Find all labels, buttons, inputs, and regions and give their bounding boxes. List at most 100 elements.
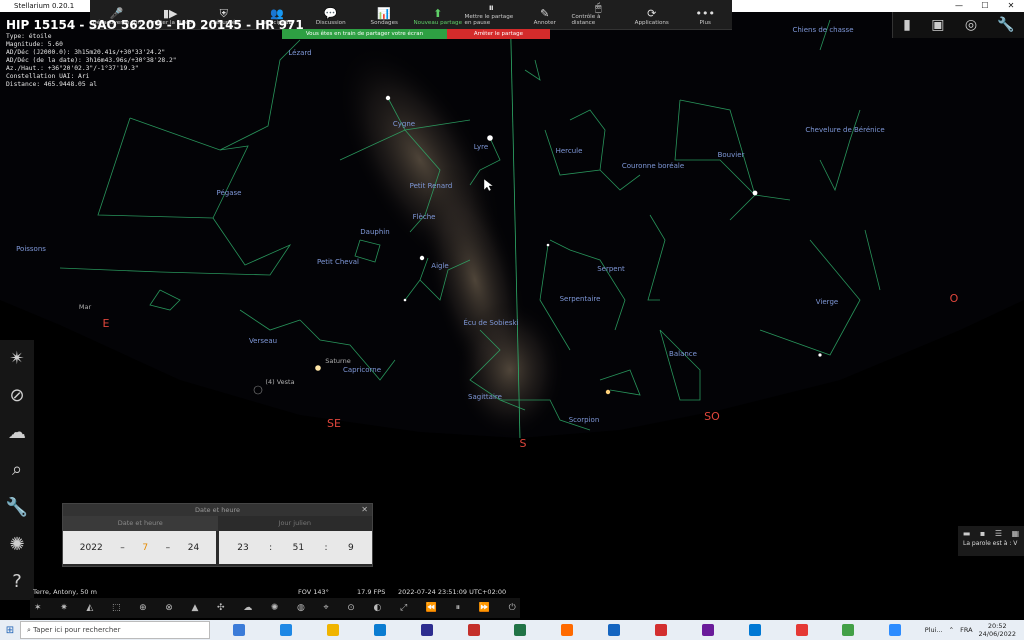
fullscreen-icon[interactable]: ⤢ (400, 603, 407, 613)
forward-icon[interactable]: ⏩ (479, 603, 490, 613)
share-screen-icon: ⬆ (433, 7, 443, 20)
constellation-label: Balance (669, 350, 697, 358)
remote-control-icon: 🖱 (594, 1, 602, 14)
app-icon[interactable] (701, 624, 714, 636)
constellation-label: Vierge (816, 298, 838, 306)
object-label: Mar (79, 303, 92, 311)
constellation-labels-icon[interactable]: ✷ (60, 603, 68, 613)
pause-icon: ⏸ (488, 1, 495, 14)
separator: – (120, 542, 125, 553)
app-icon[interactable] (467, 624, 480, 636)
equatorial-grid-icon[interactable]: ⊕ (139, 603, 147, 613)
azimuthal-grid-icon[interactable]: ⊗ (165, 603, 173, 613)
day-field[interactable]: 24 (188, 543, 199, 553)
dialog-title: Date et heure (195, 506, 240, 514)
nebula-icon[interactable]: ✺ (271, 603, 279, 613)
taskbar-apps (210, 624, 925, 636)
zoom-button-8[interactable]: ✎ Annoter (518, 0, 572, 29)
view-option-icon[interactable]: ☰ (995, 529, 1002, 538)
second-field[interactable]: 9 (348, 543, 354, 553)
quit-icon[interactable]: ⏻ (509, 603, 516, 613)
night-mode-icon[interactable]: ◐ (373, 603, 381, 613)
tab-julian-day[interactable]: Jour julien (218, 516, 373, 531)
speaker-text: La parole est à : V (963, 540, 1018, 547)
minute-field[interactable]: 51 (293, 543, 304, 553)
chevron-up-icon[interactable]: ⌃ (949, 626, 954, 634)
tools-icon[interactable]: 🔧 (997, 17, 1014, 33)
taskbar-search[interactable]: ⌕ Taper ici pour rechercher (20, 621, 210, 639)
object-label: Saturne (325, 357, 350, 365)
tab-date-time[interactable]: Date et heure (63, 516, 218, 531)
sky-culture-icon[interactable]: ✴ (9, 348, 24, 369)
view-option-icon[interactable]: ▬ (963, 529, 971, 538)
equatorial-mount-icon[interactable]: ⌖ (324, 603, 329, 613)
month-field[interactable]: 7 (142, 543, 148, 553)
year-field[interactable]: 2022 (80, 543, 103, 553)
center-object-icon[interactable]: ⊙ (347, 603, 355, 613)
app-icon[interactable] (795, 624, 808, 636)
constellation-label: Scorpion (569, 416, 600, 424)
app-icon[interactable] (327, 624, 340, 636)
status-line: Terre, Antony, 50 m FOV 143° 17.9 FPS 20… (0, 588, 520, 598)
maximize-button[interactable]: ☐ (972, 0, 998, 12)
app-icon[interactable] (561, 624, 574, 636)
ground-icon[interactable]: ▲ (191, 603, 198, 613)
constellation-label: Flèche (413, 213, 436, 221)
astro-calc-icon[interactable]: ✺ (9, 534, 24, 555)
sharing-status: Vous êtes en train de partager votre écr… (282, 29, 447, 39)
constellation-label: Serpent (597, 265, 625, 273)
check-circle-icon[interactable]: ⊘ (9, 385, 24, 406)
close-button[interactable]: ✕ (998, 0, 1024, 12)
system-tray: Plui... ⌃ FRA 20:52 24/06/2022 (925, 622, 1024, 638)
app-icon[interactable] (889, 624, 902, 636)
constellation-label: Bouvier (718, 151, 745, 159)
close-icon[interactable]: ✕ (361, 504, 368, 516)
zoom-button-label: Discussion (315, 20, 346, 26)
app-icon[interactable] (608, 624, 621, 636)
view-option-icon[interactable]: ▪ (980, 529, 985, 538)
constellation-art-icon[interactable]: ◭ (86, 603, 93, 613)
constellation-label: Verseau (249, 337, 277, 345)
zoom-button-10[interactable]: ⟳ Applications (625, 0, 679, 29)
planets-labels-icon[interactable]: ◍ (297, 603, 305, 613)
satellite-icon[interactable]: ◎ (965, 17, 977, 33)
zoom-button-4[interactable]: 💬 Discussion (304, 0, 358, 29)
app-icon[interactable] (655, 624, 668, 636)
app-icon[interactable] (842, 624, 855, 636)
constellation-boundaries-icon[interactable]: ⬚ (112, 603, 121, 613)
cardinal-label: S (520, 437, 527, 450)
rewind-icon[interactable]: ⏪ (426, 603, 437, 613)
stop-share-button[interactable]: Arrêter le partage (446, 29, 550, 39)
telescope-icon[interactable]: ▮ (903, 17, 911, 33)
configuration-icon[interactable]: 🔧 (6, 497, 28, 518)
zoom-button-7[interactable]: ⏸ Mettre le partage en pause (465, 0, 519, 29)
zoom-button-11[interactable]: ••• Plus (679, 0, 733, 29)
app-icon[interactable] (373, 624, 386, 636)
grid-view-icon[interactable]: ▦ (1012, 529, 1020, 538)
app-icon[interactable] (514, 624, 527, 636)
zoom-button-label: Contrôle à distance (571, 14, 601, 26)
zoom-button-5[interactable]: 📊 Sondages (358, 0, 412, 29)
hour-field[interactable]: 23 (237, 543, 248, 553)
cardinal-points-icon[interactable]: ✣ (217, 603, 225, 613)
sky-view-icon[interactable]: ☁ (8, 422, 26, 443)
app-icon[interactable] (280, 624, 293, 636)
ocular-icon[interactable]: ▣ (931, 17, 944, 33)
windows-start-icon[interactable]: ⊞ (0, 625, 20, 636)
app-icon[interactable] (420, 624, 433, 636)
app-icon[interactable] (748, 624, 761, 636)
constellation-label: Petit Cheval (317, 258, 359, 266)
atmosphere-icon[interactable]: ☁ (243, 603, 252, 613)
language-indicator[interactable]: FRA (960, 626, 972, 634)
minimize-button[interactable]: — (946, 0, 972, 12)
play-pause-icon[interactable]: ⏸ (456, 603, 461, 613)
clock[interactable]: 20:52 24/06/2022 (979, 622, 1016, 638)
zoom-button-9[interactable]: 🖱 Contrôle à distance (572, 0, 626, 29)
constellation-lines-icon[interactable]: ✶ (34, 603, 42, 613)
window-title: Stellarium 0.20.1 (14, 2, 75, 10)
zoom-button-6[interactable]: ⬆ Nouveau partage (411, 0, 465, 29)
tray-app-label[interactable]: Plui... (925, 626, 943, 634)
search-icon[interactable]: ⌕ (12, 459, 22, 480)
app-icon[interactable] (233, 624, 246, 636)
annotate-icon: ✎ (540, 7, 550, 20)
